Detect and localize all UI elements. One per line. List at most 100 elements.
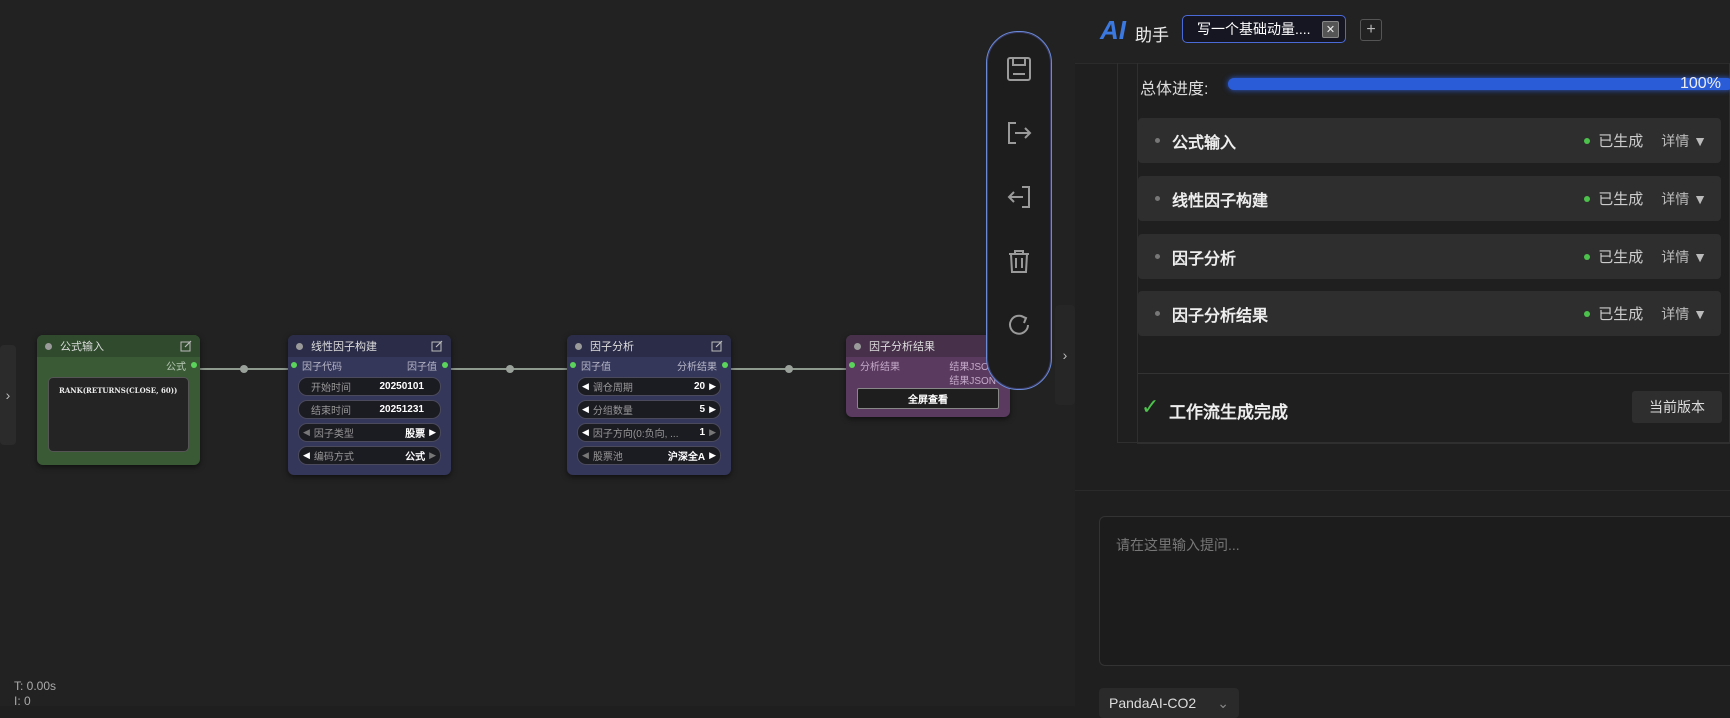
status-dot [1584, 195, 1591, 202]
step-name: 线性因子构建 [1172, 192, 1269, 210]
widget-value: 股票 [405, 429, 426, 440]
widget-value: 沪深全A [667, 452, 706, 463]
stat-line: I: 0 [14, 694, 31, 706]
status-dot [1584, 310, 1591, 317]
widget-value: 1 [699, 427, 706, 438]
start-date-field[interactable]: 开始时间 20250101 [298, 377, 441, 396]
factor-direction-number[interactable]: ◀ 因子方向(0:负向, ... 1 ▶ [577, 423, 721, 442]
node-linear-factor[interactable]: 线性因子构建 因子代码 因子值 开始时间 20250101 结束时间 20251… [288, 335, 451, 475]
output-slot[interactable] [442, 362, 448, 368]
edit-icon[interactable] [711, 340, 723, 352]
formula-textarea[interactable]: RANK(RETURNS(CLOSE, 60)) [48, 377, 189, 452]
details-toggle[interactable]: 详情 ▼ [1661, 131, 1707, 151]
collapse-dot[interactable] [296, 342, 303, 350]
arrow-right-icon[interactable]: ▶ [709, 427, 716, 438]
panel-collapse-handle[interactable]: › [1055, 305, 1075, 405]
save-icon [1007, 57, 1031, 81]
output-label: 因子值 [407, 361, 437, 373]
widget-label: 调仓周期 [592, 383, 633, 394]
model-selector[interactable]: PandaAI-CO2 ⌄ [1099, 688, 1239, 718]
arrow-left-icon[interactable]: ◀ [582, 381, 589, 392]
end-date-field[interactable]: 结束时间 20251231 [298, 400, 441, 419]
panel-header: AI 助手 写一个基础动量.... ✕ + [1075, 0, 1730, 64]
widget-label: 因子类型 [313, 429, 354, 440]
fullscreen-view-button[interactable]: 全屏查看 [857, 388, 999, 409]
output-label: 分析结果 [677, 361, 717, 373]
edit-icon[interactable] [431, 340, 443, 352]
node-header[interactable]: 公式输入 [37, 335, 200, 357]
complete-message: 工作流生成完成 [1169, 403, 1288, 422]
export-button[interactable] [1003, 117, 1035, 149]
status-dot [1584, 253, 1591, 260]
output-slot[interactable] [722, 362, 728, 368]
arrow-left-icon[interactable]: ◀ [303, 427, 310, 438]
rebalance-period-number[interactable]: ◀ 调仓周期 20 ▶ [577, 377, 721, 396]
chevron-down-icon: ⌄ [1217, 694, 1229, 711]
left-expand-handle[interactable]: › [0, 345, 16, 445]
collapse-dot[interactable] [575, 342, 582, 350]
node-header[interactable]: 因子分析 [567, 335, 731, 357]
save-button[interactable] [1003, 53, 1035, 85]
step-row[interactable]: 公式输入 已生成 详情 ▼ [1138, 118, 1721, 163]
step-row[interactable]: 因子分析结果 已生成 详情 ▼ [1138, 291, 1721, 336]
panel-title: 助手 [1135, 26, 1169, 45]
tab-session[interactable]: 写一个基础动量.... ✕ [1182, 15, 1346, 43]
arrow-right-icon[interactable]: ▶ [709, 450, 716, 461]
import-button[interactable] [1003, 181, 1035, 213]
add-tab-button[interactable]: + [1360, 19, 1382, 41]
divider [1075, 490, 1730, 491]
button-label: 全屏查看 [908, 395, 948, 406]
close-icon[interactable]: ✕ [1322, 20, 1339, 38]
button-label: 当前版本 [1649, 399, 1705, 415]
node-header[interactable]: 线性因子构建 [288, 335, 451, 357]
group-count-number[interactable]: ◀ 分组数量 5 ▶ [577, 400, 721, 419]
arrow-left-icon[interactable]: ◀ [582, 450, 589, 461]
node-factor-analysis[interactable]: 因子分析 因子值 分析结果 ◀ 调仓周期 20 ▶ ◀ 分组数量 5 ▶ ◀ 因… [567, 335, 731, 475]
delete-button[interactable] [1003, 245, 1035, 277]
input-label: 因子代码 [302, 361, 342, 373]
render-stats: T: 0.00s I: 0 [14, 679, 56, 706]
details-toggle[interactable]: 详情 ▼ [1661, 304, 1707, 324]
collapse-dot[interactable] [854, 342, 861, 350]
input-slot[interactable] [570, 362, 576, 368]
encoding-combo[interactable]: ◀ 编码方式 公式 ▶ [298, 446, 441, 465]
tab-label: 写一个基础动量.... [1197, 21, 1311, 37]
factor-type-combo[interactable]: ◀ 因子类型 股票 ▶ [298, 423, 441, 442]
link-midpoint[interactable] [785, 365, 793, 373]
edit-icon[interactable] [180, 340, 192, 352]
link-midpoint[interactable] [240, 365, 248, 373]
current-version-button[interactable]: 当前版本 [1632, 391, 1722, 423]
output-label: 结果JSON [949, 376, 996, 387]
workflow-canvas[interactable]: › 公式输入 公式 RANK(RETURNS(CLOSE, 60)) 线性因子构… [0, 0, 1075, 706]
arrow-left-icon[interactable]: ◀ [303, 450, 310, 461]
arrow-right-icon[interactable]: ▶ [429, 427, 436, 438]
step-row[interactable]: 因子分析 已生成 详情 ▼ [1138, 234, 1721, 279]
input-slot[interactable] [849, 362, 855, 368]
step-row[interactable]: 线性因子构建 已生成 详情 ▼ [1138, 176, 1721, 221]
arrow-right-icon[interactable]: ▶ [429, 450, 436, 461]
output-slot[interactable] [191, 362, 197, 368]
stock-pool-combo[interactable]: ◀ 股票池 沪深全A ▶ [577, 446, 721, 465]
node-title: 因子分析 [590, 341, 634, 353]
input-slot[interactable] [291, 362, 297, 368]
link-midpoint[interactable] [506, 365, 514, 373]
bullet-icon [1155, 311, 1160, 316]
details-toggle[interactable]: 详情 ▼ [1661, 189, 1707, 209]
node-formula-input[interactable]: 公式输入 公式 RANK(RETURNS(CLOSE, 60)) [37, 335, 200, 465]
arrow-left-icon[interactable]: ◀ [582, 427, 589, 438]
output-label: 公式 [166, 361, 186, 373]
node-title: 公式输入 [60, 341, 104, 353]
collapse-dot[interactable] [45, 342, 52, 350]
prompt-input[interactable]: 请在这里输入提问... [1099, 516, 1730, 666]
formula-text: RANK(RETURNS(CLOSE, 60)) [59, 386, 178, 395]
arrow-left-icon[interactable]: ◀ [582, 404, 589, 415]
details-toggle[interactable]: 详情 ▼ [1661, 247, 1707, 267]
arrow-right-icon[interactable]: ▶ [709, 404, 716, 415]
chevron-right-icon: › [5, 387, 11, 403]
floating-toolbar [986, 31, 1052, 390]
refresh-button[interactable] [1003, 309, 1035, 341]
check-icon: ✓ [1141, 394, 1160, 419]
arrow-right-icon[interactable]: ▶ [709, 381, 716, 392]
input-label: 分析结果 [860, 361, 900, 373]
chevron-right-icon: › [1062, 347, 1068, 363]
